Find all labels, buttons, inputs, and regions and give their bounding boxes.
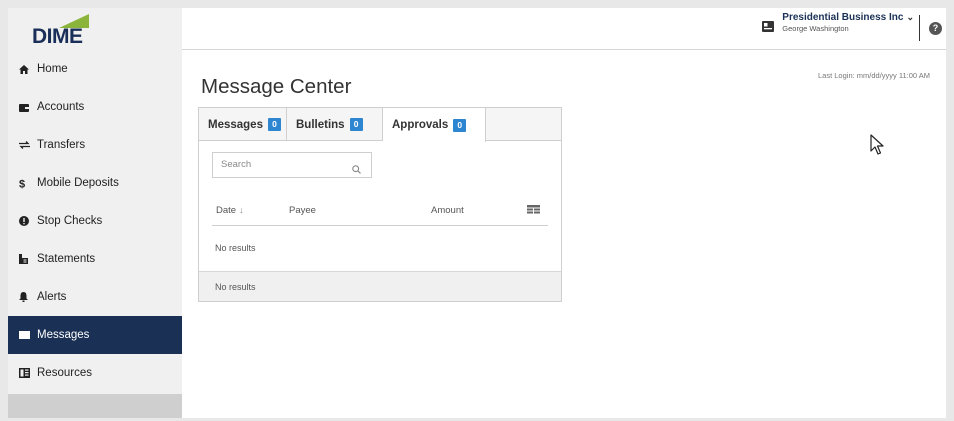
account-card-icon [762, 19, 775, 37]
sidebar-nav: Home Accounts Transfers $ Mobile Deposit… [8, 50, 182, 392]
search-input[interactable] [221, 159, 341, 170]
chevron-down-icon: ⌄ [906, 12, 914, 22]
sidebar-item-transfers[interactable]: Transfers [8, 126, 182, 164]
help-icon[interactable]: ? [929, 22, 942, 35]
sort-down-icon: ↓ [239, 205, 244, 215]
svg-text:$: $ [19, 178, 25, 189]
sidebar-item-label: Accounts [37, 101, 85, 113]
table-header: Date ↓ Payee Amount [212, 198, 548, 226]
account-name: Presidential Business Inc ⌄ [782, 12, 914, 23]
column-label: Date [216, 205, 237, 216]
column-payee[interactable]: Payee [289, 205, 316, 216]
mouse-cursor-icon [870, 134, 884, 155]
sidebar-item-label: Transfers [37, 139, 86, 151]
search-icon[interactable] [352, 161, 361, 179]
last-login: Last Login: mm/dd/yyyy 11:00 AM [818, 71, 930, 80]
envelope-icon [19, 331, 35, 339]
tab-approvals[interactable]: Approvals 0 [383, 108, 486, 142]
panel-footer: No results [199, 271, 561, 301]
sidebar-item-messages[interactable]: Messages [8, 316, 182, 354]
sidebar-item-label: Stop Checks [37, 215, 103, 227]
statement-icon [19, 254, 35, 264]
sidebar-item-alerts[interactable]: Alerts [8, 278, 182, 316]
user-name: George Washington [782, 24, 849, 33]
bell-icon [19, 292, 35, 302]
sidebar-item-label: Home [37, 63, 68, 75]
search-box [212, 152, 372, 178]
dollar-icon: $ [19, 178, 35, 189]
empty-state-text: No results [215, 243, 256, 253]
tab-label: Messages [208, 118, 263, 131]
wallet-icon [19, 103, 35, 112]
home-icon [19, 64, 35, 74]
page-title: Message Center [201, 75, 352, 98]
sidebar-item-label: Mobile Deposits [37, 177, 119, 189]
message-panel: Messages 0 Bulletins 0 Approvals 0 Date↓… [198, 107, 562, 302]
logo-text: DIME [32, 25, 83, 48]
account-name-text: Presidential Business Inc [782, 12, 904, 23]
transfer-icon [19, 141, 35, 149]
column-amount[interactable]: Amount [431, 205, 464, 216]
tab-label: Approvals [392, 119, 449, 131]
column-date[interactable]: Date ↓ [216, 205, 244, 216]
sidebar-item-accounts[interactable]: Accounts [8, 88, 182, 126]
account-switcher[interactable]: Presidential Business Inc ⌄ George Washin… [762, 12, 914, 37]
dime-logo[interactable]: DIME [8, 8, 182, 50]
sidebar-item-resources[interactable]: Resources [8, 354, 182, 392]
tab-messages[interactable]: Messages 0 [199, 108, 287, 141]
book-icon [19, 368, 35, 378]
sidebar: DIME Home Accounts Transfers $ Mobile De… [8, 8, 182, 418]
sidebar-item-home[interactable]: Home [8, 50, 182, 88]
column-settings-icon[interactable] [527, 205, 540, 217]
sidebar-footer [8, 394, 182, 418]
empty-state-text: No results [215, 282, 256, 292]
sidebar-item-stop-checks[interactable]: Stop Checks [8, 202, 182, 240]
app-window: DIME Home Accounts Transfers $ Mobile De… [8, 8, 946, 418]
count-badge: 0 [267, 118, 281, 131]
alert-circle-icon [19, 216, 35, 226]
sidebar-item-statements[interactable]: Statements [8, 240, 182, 278]
tab-label: Bulletins [296, 118, 345, 131]
sidebar-item-label: Messages [37, 329, 90, 341]
sidebar-item-label: Resources [37, 367, 92, 379]
sidebar-item-label: Alerts [37, 291, 67, 303]
tab-bulletins[interactable]: Bulletins 0 [287, 108, 383, 141]
count-badge: 0 [349, 118, 363, 131]
sidebar-item-mobile-deposits[interactable]: $ Mobile Deposits [8, 164, 182, 202]
divider [919, 15, 920, 41]
sidebar-item-label: Statements [37, 253, 96, 265]
top-bar: Presidential Business Inc ⌄ George Washin… [182, 8, 946, 50]
tab-bar: Messages 0 Bulletins 0 Approvals 0 [199, 108, 561, 142]
count-badge: 0 [453, 118, 467, 132]
